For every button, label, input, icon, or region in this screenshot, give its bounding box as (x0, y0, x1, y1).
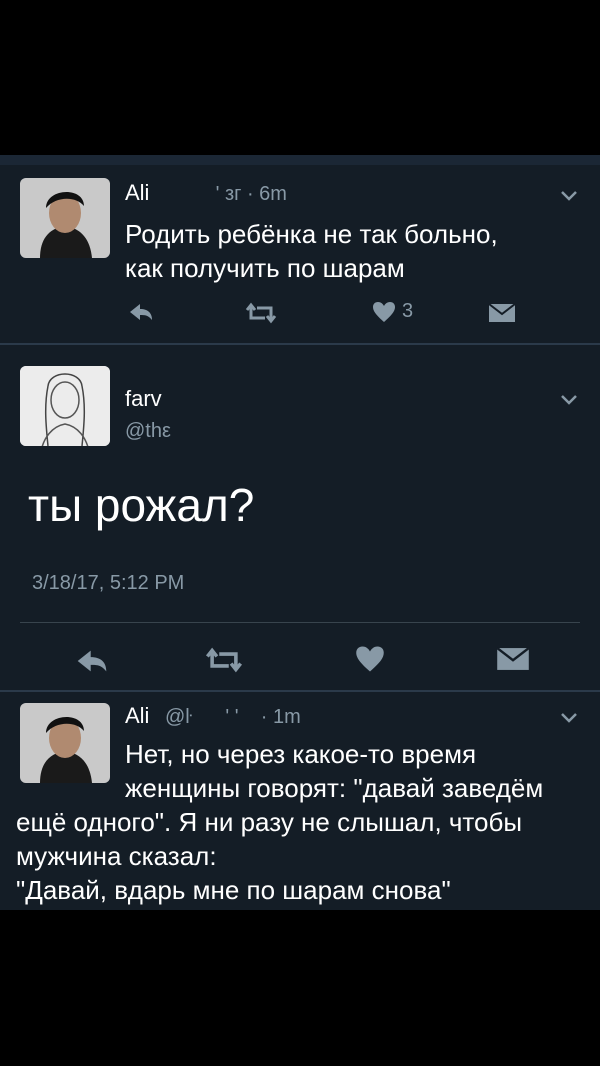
tweet-text: Нет, но через какое-то время женщины гов… (125, 737, 543, 805)
avatar[interactable] (20, 703, 110, 783)
reply-icon[interactable] (128, 302, 154, 322)
author-handle: @thε (125, 420, 171, 442)
avatar[interactable] (20, 366, 110, 446)
tweet-text-line: мужчина сказал: (16, 841, 217, 871)
author-name[interactable]: Ali (125, 703, 149, 729)
tweet-text: Родить ребёнка не так больно, как получи… (125, 217, 498, 285)
heart-icon[interactable] (355, 645, 385, 673)
avatar-image (20, 366, 110, 446)
author-name[interactable]: farv (125, 386, 162, 412)
reply-icon[interactable] (75, 648, 109, 674)
tweet-text-line: ещё одного". Я ни разу не слышал, чтобы (16, 807, 523, 837)
author-name[interactable]: Ali (125, 180, 149, 206)
tweet-text-continued: ещё одного". Я ни разу не слышал, чтобы … (16, 805, 522, 907)
envelope-icon[interactable] (488, 303, 516, 323)
chevron-down-icon[interactable] (560, 394, 578, 406)
top-bar-strip (0, 155, 600, 165)
avatar-image (20, 703, 110, 783)
chevron-down-icon[interactable] (560, 190, 578, 202)
tweet-text: ты рожал? (28, 479, 255, 531)
heart-icon[interactable] (372, 301, 396, 323)
divider (0, 690, 600, 692)
tweet-timestamp[interactable]: 3/18/17, 5:12 PM (32, 572, 184, 595)
tweet-text-line: "Давай, вдарь мне по шарам снова" (16, 875, 451, 905)
avatar-image (20, 178, 110, 258)
tweet-meta: @ŀ ' ' · 1m (165, 706, 301, 728)
envelope-icon[interactable] (496, 646, 530, 672)
avatar[interactable] (20, 178, 110, 258)
divider (0, 343, 600, 345)
retweet-icon[interactable] (205, 646, 243, 674)
tweet-text-line: женщины говорят: "давай заведём (125, 773, 544, 803)
chevron-down-icon[interactable] (560, 712, 578, 724)
divider (20, 622, 580, 623)
retweet-icon[interactable] (245, 302, 277, 324)
like-count: 3 (402, 300, 414, 322)
tweet-text-line: как получить по шарам (125, 253, 405, 283)
tweet-meta: ' зг · 6m (160, 183, 287, 205)
tweet-text-line: Родить ребёнка не так больно, (125, 219, 498, 249)
tweet-text-line: Нет, но через какое-то время (125, 739, 477, 769)
